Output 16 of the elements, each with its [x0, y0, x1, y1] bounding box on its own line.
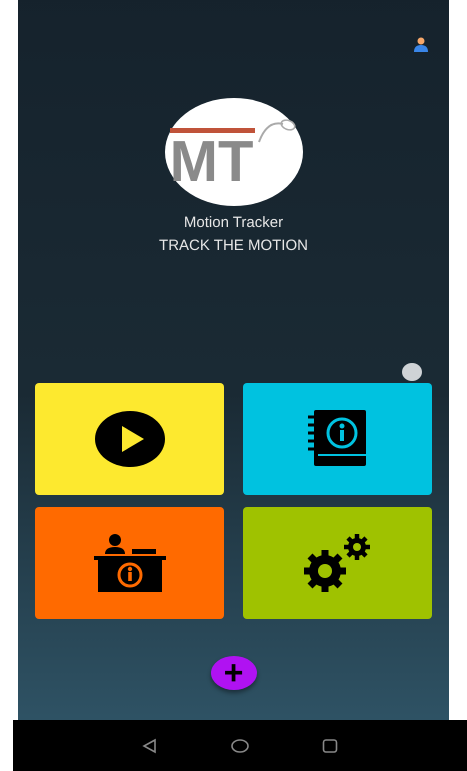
- profile-icon[interactable]: [413, 36, 429, 52]
- info-book-icon: [308, 409, 368, 469]
- add-button[interactable]: +: [210, 656, 256, 690]
- reception-desk-icon: [94, 534, 166, 592]
- book-tile[interactable]: [243, 383, 432, 495]
- home-icon[interactable]: [231, 738, 249, 752]
- play-tile[interactable]: [35, 383, 224, 495]
- gears-tile[interactable]: [243, 507, 432, 619]
- play-icon: [94, 410, 166, 468]
- logo-text: MT: [170, 128, 256, 190]
- back-icon[interactable]: [142, 738, 158, 754]
- recents-icon[interactable]: [322, 738, 338, 754]
- indicator-dot: [402, 363, 422, 381]
- desk-tile[interactable]: [35, 507, 224, 619]
- app-tagline: TRACK THE MOTION: [159, 237, 308, 254]
- app-name: Motion Tracker: [184, 214, 284, 231]
